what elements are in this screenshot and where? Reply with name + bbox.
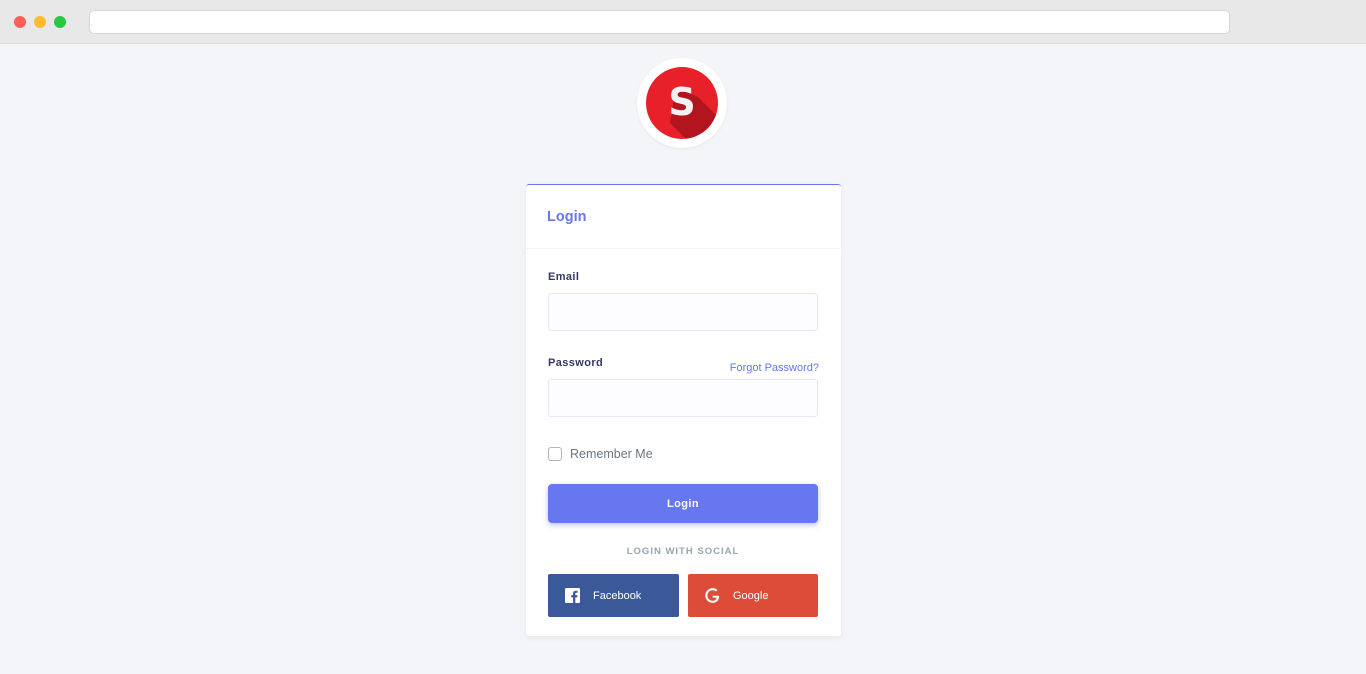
address-bar[interactable] (89, 10, 1230, 34)
password-field[interactable] (548, 379, 818, 417)
maximize-window-button[interactable] (54, 16, 66, 28)
remember-me-row: Remember Me (548, 446, 653, 462)
card-header: Login (526, 185, 841, 249)
facebook-icon (564, 587, 581, 604)
email-label: Email (548, 271, 580, 283)
close-window-button[interactable] (14, 16, 26, 28)
facebook-label: Facebook (593, 589, 642, 602)
svg-text:S: S (668, 80, 695, 124)
login-button[interactable]: Login (548, 484, 818, 523)
page-content: S Login Email Password Forgot Password? … (0, 44, 1366, 674)
browser-toolbar (0, 0, 1366, 44)
facebook-login-button[interactable]: Facebook (548, 574, 679, 617)
remember-me-checkbox[interactable] (548, 447, 562, 461)
google-icon (704, 587, 721, 604)
brand-logo: S (637, 58, 727, 148)
email-field[interactable] (548, 293, 818, 331)
minimize-window-button[interactable] (34, 16, 46, 28)
forgot-password-link[interactable]: Forgot Password? (730, 362, 819, 374)
google-label: Google (733, 589, 769, 602)
google-login-button[interactable]: Google (688, 574, 818, 617)
social-login-heading: LOGIN WITH SOCIAL (626, 546, 740, 557)
card-title: Login (547, 209, 587, 225)
stisla-logo-icon: S (646, 67, 718, 139)
remember-me-label: Remember Me (570, 447, 653, 461)
password-label: Password (548, 357, 604, 369)
login-card: Login Email Password Forgot Password? Re… (526, 184, 841, 636)
